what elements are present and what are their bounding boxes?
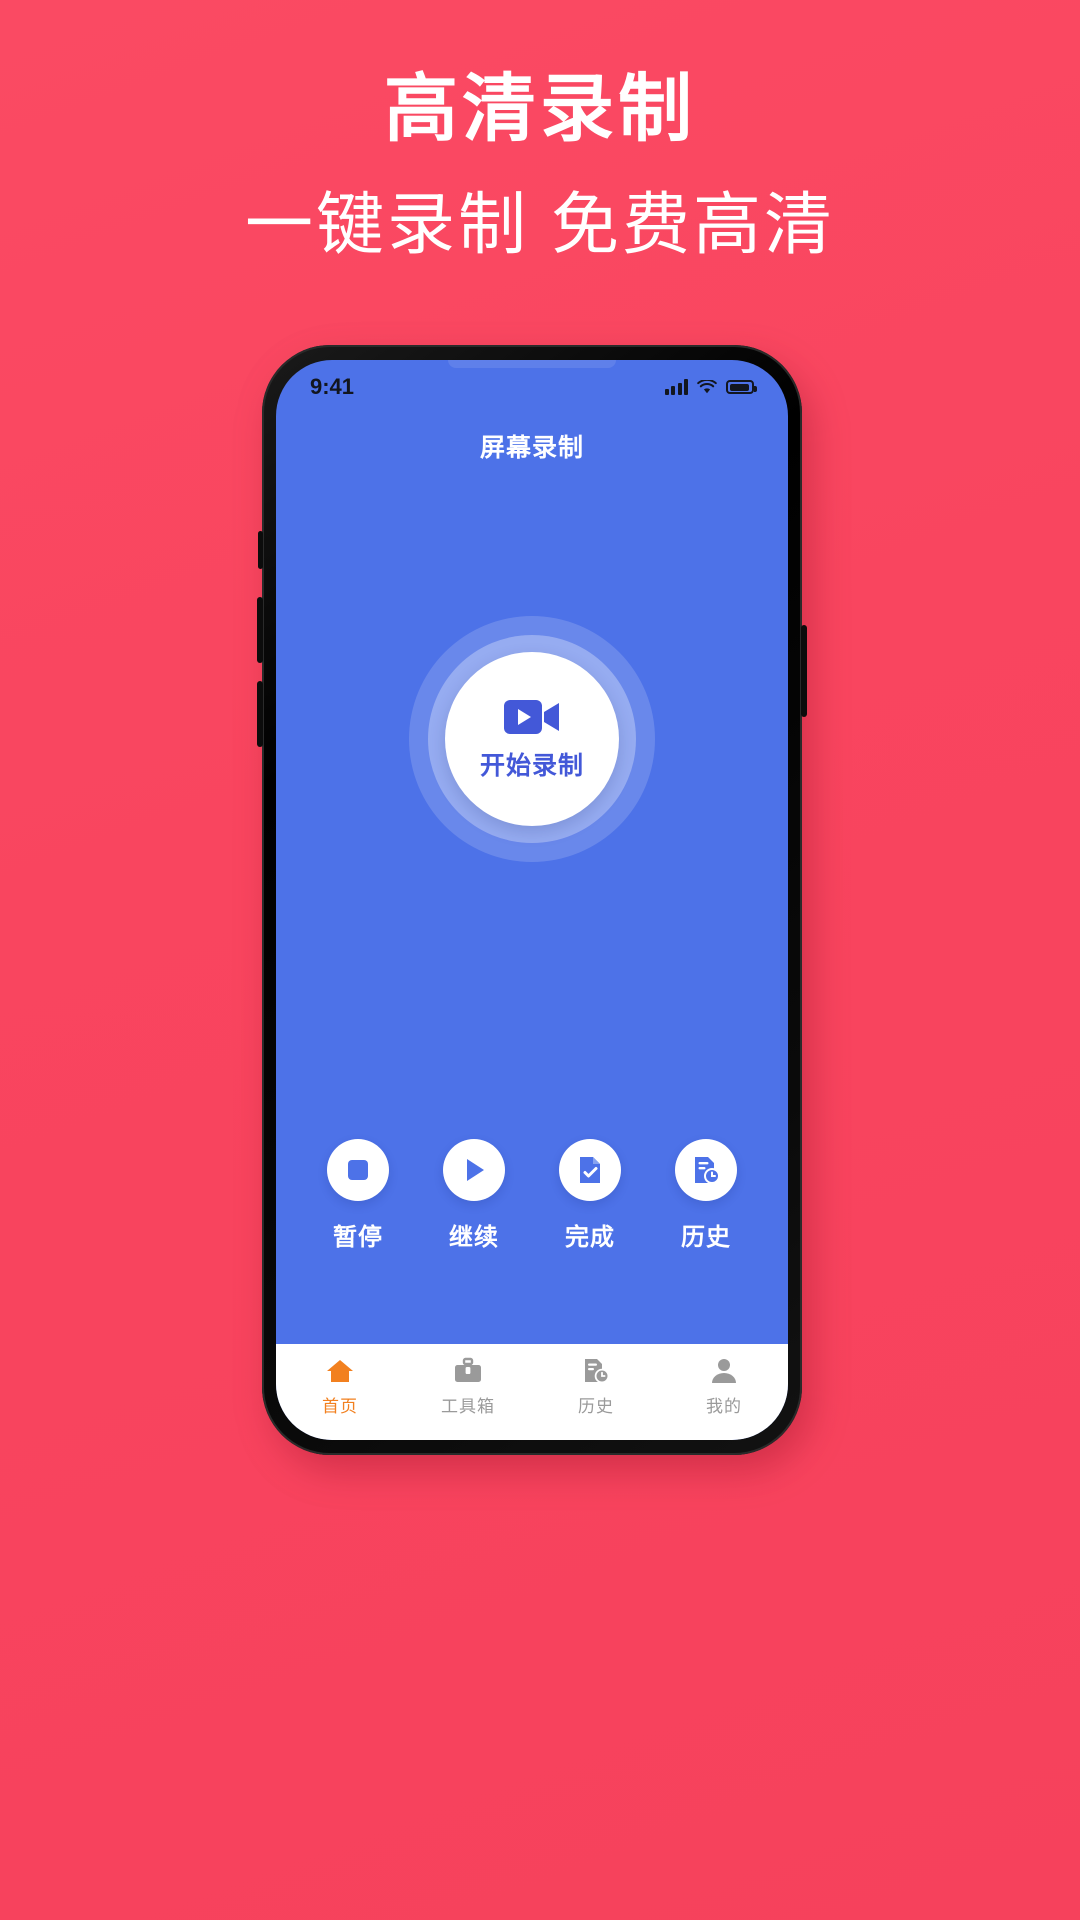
tab-history[interactable]: 历史 [546, 1357, 646, 1417]
document-clock-icon [585, 1359, 610, 1384]
status-bar-indicators [664, 379, 757, 395]
tab-profile[interactable]: 我的 [674, 1357, 774, 1417]
bottom-tab-bar: 首页 工具箱 历史 我的 [276, 1344, 788, 1440]
action-history-circle [675, 1139, 737, 1201]
promo-banner: 高清录制 一键录制 免费高清 [0, 0, 1080, 261]
promo-subtitle: 一键录制 免费高清 [245, 187, 835, 263]
phone-notch [448, 360, 616, 368]
start-record-label: 开始录制 [479, 752, 584, 780]
action-history-button[interactable]: 历史 [659, 1139, 753, 1252]
action-pause-button[interactable]: 暂停 [311, 1139, 405, 1252]
record-area: 开始录制 [276, 478, 788, 1139]
status-bar-time: 9:41 [310, 374, 355, 399]
signal-bars-icon [664, 379, 688, 395]
tab-profile-label: 我的 [706, 1397, 742, 1416]
battery-icon [726, 380, 757, 394]
phone-volume-down-button [257, 681, 263, 747]
person-icon [712, 1359, 736, 1383]
phone-screen: 9:41 屏幕录制 开始录制 暂停 继续 完成 历史 首页 工具箱 历史 我的 [276, 360, 788, 1440]
app-header-title: 屏幕录制 [479, 434, 584, 462]
status-bar: 9:41 [276, 360, 788, 414]
stop-square-icon [348, 1160, 368, 1180]
phone-body: 9:41 屏幕录制 开始录制 暂停 继续 完成 历史 首页 工具箱 历史 我的 [257, 345, 807, 1455]
document-check-icon [580, 1157, 600, 1183]
promo-title: 高清录制 [384, 67, 696, 150]
action-pause-circle [327, 1139, 389, 1201]
tab-toolbox[interactable]: 工具箱 [418, 1357, 518, 1417]
tab-toolbox-label: 工具箱 [441, 1397, 495, 1416]
phone-power-button [801, 625, 807, 717]
action-pause-label: 暂停 [333, 1224, 383, 1251]
home-icon [327, 1360, 353, 1382]
action-finish-button[interactable]: 完成 [543, 1139, 637, 1252]
play-triangle-icon [467, 1159, 484, 1181]
document-clock-icon [695, 1157, 720, 1184]
app-header: 屏幕录制 [276, 414, 788, 478]
toolbox-icon [455, 1357, 481, 1382]
action-history-label: 历史 [681, 1224, 731, 1251]
start-record-button[interactable]: 开始录制 [409, 616, 655, 862]
action-finish-label: 完成 [565, 1224, 615, 1251]
action-finish-circle [559, 1139, 621, 1201]
record-button-content: 开始录制 [480, 696, 584, 782]
action-resume-button[interactable]: 继续 [427, 1139, 521, 1252]
action-button-row: 暂停 继续 完成 历史 [276, 1139, 788, 1344]
phone-mockup: 9:41 屏幕录制 开始录制 暂停 继续 完成 历史 首页 工具箱 历史 我的 [257, 345, 818, 1475]
action-resume-label: 继续 [449, 1224, 499, 1251]
tab-history-label: 历史 [578, 1397, 614, 1416]
phone-volume-up-button [257, 597, 263, 663]
video-camera-icon [503, 700, 559, 734]
action-resume-circle [443, 1139, 505, 1201]
wifi-icon [697, 379, 717, 393]
phone-mute-switch [258, 531, 263, 569]
tab-home[interactable]: 首页 [290, 1357, 390, 1417]
tab-home-label: 首页 [322, 1397, 358, 1416]
